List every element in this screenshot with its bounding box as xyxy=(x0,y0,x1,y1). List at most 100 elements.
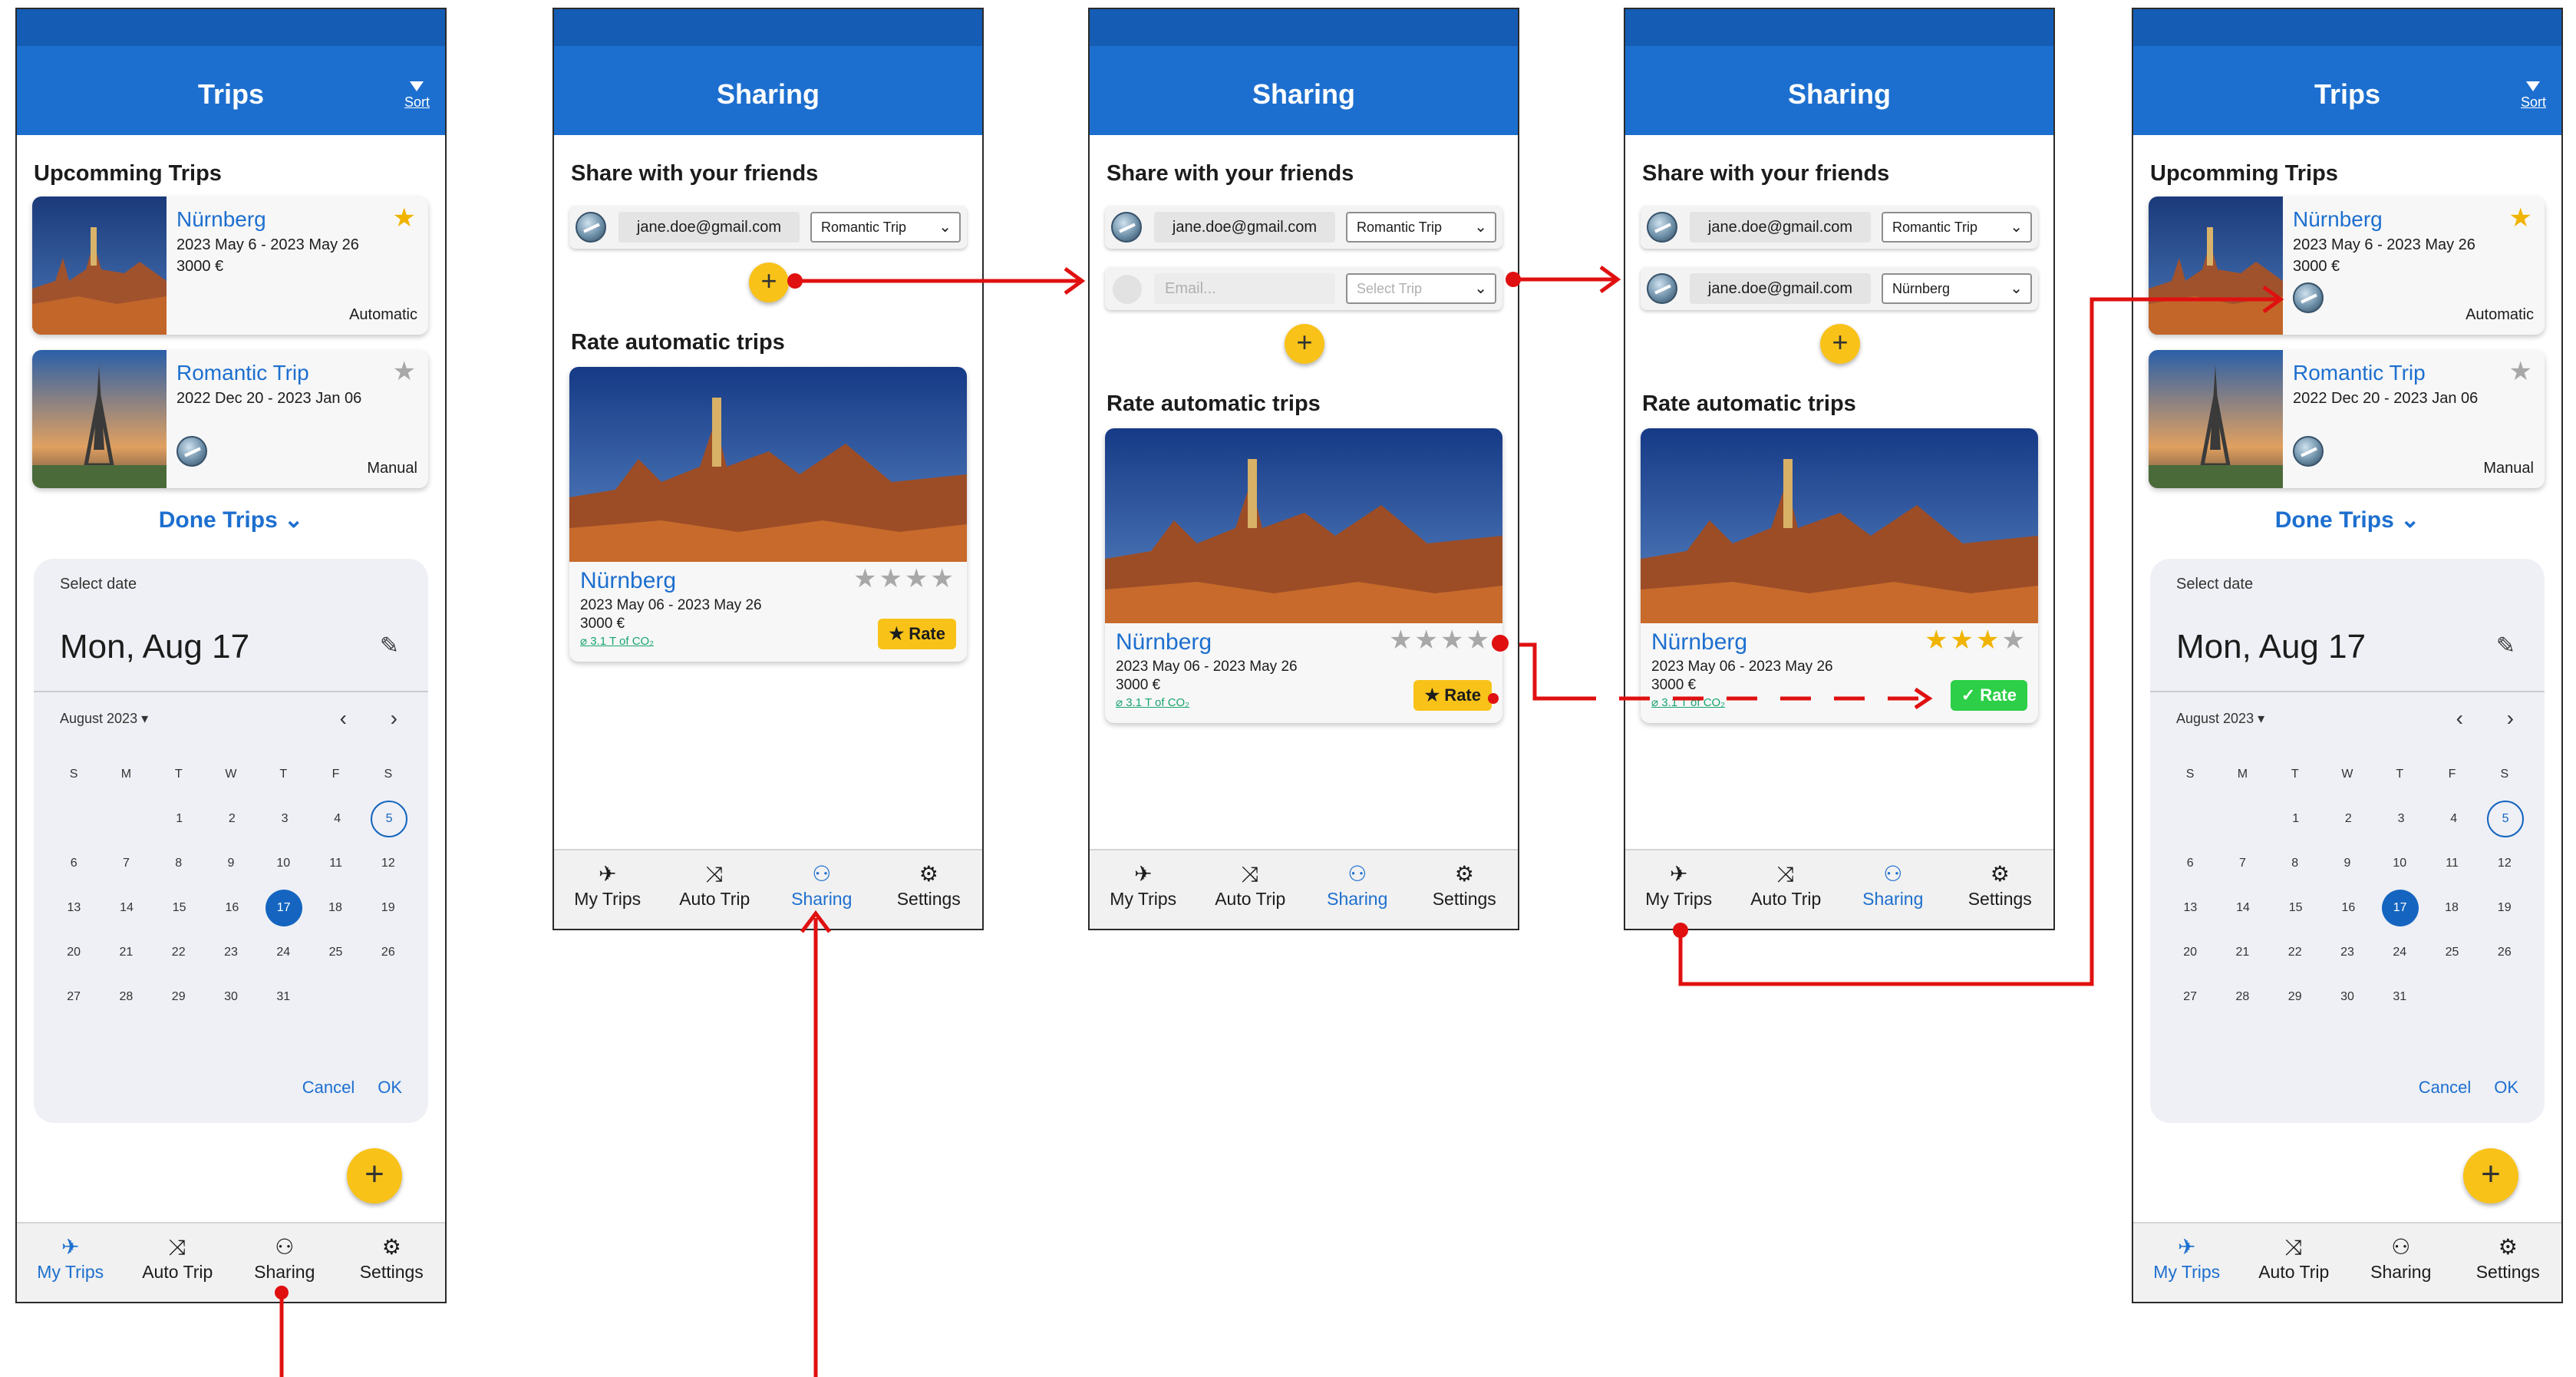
nav-sharing[interactable]: ⚇ Sharing xyxy=(231,1223,338,1302)
email-field[interactable]: jane.doe@gmail.com xyxy=(1154,212,1335,243)
co2-link[interactable]: ⌀ 3.1 T of CO₂ xyxy=(1651,695,1725,709)
nav-auto-trip[interactable]: ⤨ Auto Trip xyxy=(1197,850,1304,929)
trip-select[interactable]: Romantic Trip ⌄ xyxy=(810,212,961,243)
trip-select[interactable]: Romantic Trip ⌄ xyxy=(1346,212,1496,243)
nav-sharing[interactable]: ⚇ Sharing xyxy=(1839,850,1947,929)
trip-card-romantic[interactable]: Romantic Trip ★ 2022 Dec 20 - 2023 Jan 0… xyxy=(32,350,428,488)
nav-sharing[interactable]: ⚇ Sharing xyxy=(768,850,876,929)
nav-auto-trip[interactable]: ⤨ Auto Trip xyxy=(661,850,769,929)
nav-settings[interactable]: ⚙ Settings xyxy=(1947,850,2054,929)
calendar-day[interactable]: 16 xyxy=(206,901,259,915)
calendar-day[interactable]: 31 xyxy=(257,990,309,1004)
calendar-day[interactable]: 22 xyxy=(153,946,205,959)
calendar-day[interactable]: 10 xyxy=(257,857,309,870)
calendar-day[interactable]: 27 xyxy=(2164,990,2216,1004)
nav-settings[interactable]: ⚙ Settings xyxy=(2455,1223,2562,1302)
trip-card-nurnberg[interactable]: Nürnberg ★ 2023 May 6 - 2023 May 26 3000… xyxy=(2149,196,2545,335)
email-field[interactable]: jane.doe@gmail.com xyxy=(618,212,800,243)
calendar-day[interactable]: 27 xyxy=(48,990,100,1004)
calendar-day[interactable]: 11 xyxy=(309,857,361,870)
calendar-day[interactable]: 18 xyxy=(309,901,362,915)
next-month-button[interactable]: › xyxy=(2507,706,2514,731)
pencil-icon[interactable]: ✎ xyxy=(2496,632,2515,659)
calendar-day[interactable]: 25 xyxy=(309,946,361,959)
calendar-day[interactable]: 6 xyxy=(48,857,100,870)
rate-button[interactable]: ★ Rate xyxy=(1413,680,1492,711)
nav-auto-trip[interactable]: ⤨ Auto Trip xyxy=(124,1223,232,1302)
calendar-day[interactable]: 9 xyxy=(205,857,257,870)
ok-button[interactable]: OK xyxy=(378,1078,402,1097)
add-trip-button[interactable]: + xyxy=(347,1148,402,1204)
calendar-day[interactable]: 2 xyxy=(206,812,259,826)
email-field[interactable]: jane.doe@gmail.com xyxy=(1690,273,1871,304)
nav-my-trips[interactable]: ✈ My Trips xyxy=(1090,850,1197,929)
prev-month-button[interactable]: ‹ xyxy=(340,706,347,731)
prev-month-button[interactable]: ‹ xyxy=(2456,706,2463,731)
calendar-day[interactable]: 12 xyxy=(362,857,414,870)
trip-card-romantic[interactable]: Romantic Trip ★ 2022 Dec 20 - 2023 Jan 0… xyxy=(2149,350,2545,488)
calendar-day[interactable]: 26 xyxy=(2479,946,2531,959)
calendar-day[interactable]: 17 xyxy=(265,890,302,926)
calendar-day[interactable]: 13 xyxy=(2164,901,2217,915)
calendar-day[interactable]: 14 xyxy=(101,901,153,915)
calendar-day[interactable]: 5 xyxy=(2487,801,2525,837)
email-field[interactable]: Email... xyxy=(1154,273,1335,304)
add-friend-button[interactable]: + xyxy=(1820,324,1860,364)
sort-button[interactable]: Sort xyxy=(2521,81,2546,111)
calendar-day[interactable]: 19 xyxy=(2478,901,2531,915)
trip-card-nurnberg[interactable]: Nürnberg ★ 2023 May 6 - 2023 May 26 3000… xyxy=(32,196,428,335)
rate-button[interactable]: ★ Rate xyxy=(878,619,956,649)
month-selector[interactable]: August 2023 ▾ xyxy=(2176,711,2264,727)
star-icon[interactable]: ★ xyxy=(393,203,416,233)
co2-link[interactable]: ⌀ 3.1 T of CO₂ xyxy=(580,634,654,648)
calendar-day[interactable]: 3 xyxy=(2375,812,2428,826)
calendar-day[interactable]: 14 xyxy=(2217,901,2270,915)
calendar-day[interactable]: 1 xyxy=(153,812,206,826)
calendar-day[interactable]: 10 xyxy=(2373,857,2426,870)
calendar-day[interactable]: 7 xyxy=(2216,857,2268,870)
calendar-day[interactable]: 4 xyxy=(311,812,364,826)
calendar-day[interactable]: 15 xyxy=(2269,901,2322,915)
trip-select[interactable]: Nürnberg ⌄ xyxy=(1882,273,2032,304)
email-field[interactable]: jane.doe@gmail.com xyxy=(1690,212,1871,243)
star-rating[interactable]: ★★★★ xyxy=(1925,625,2027,655)
cancel-button[interactable]: Cancel xyxy=(302,1078,355,1097)
calendar-day[interactable]: 13 xyxy=(48,901,101,915)
calendar-day[interactable]: 21 xyxy=(2216,946,2268,959)
calendar-day[interactable]: 30 xyxy=(2321,990,2373,1004)
calendar-day[interactable]: 22 xyxy=(2269,946,2321,959)
calendar-day[interactable]: 3 xyxy=(259,812,312,826)
calendar-day[interactable]: 24 xyxy=(2373,946,2426,959)
nav-auto-trip[interactable]: ⤨ Auto Trip xyxy=(1733,850,1840,929)
sort-button[interactable]: Sort xyxy=(404,81,430,111)
calendar-day[interactable]: 24 xyxy=(257,946,309,959)
calendar-day[interactable]: 29 xyxy=(2269,990,2321,1004)
nav-auto-trip[interactable]: ⤨ Auto Trip xyxy=(2241,1223,2348,1302)
calendar-day[interactable]: 25 xyxy=(2426,946,2478,959)
calendar-day[interactable]: 16 xyxy=(2322,901,2375,915)
nav-settings[interactable]: ⚙ Settings xyxy=(338,1223,446,1302)
calendar-day[interactable]: 15 xyxy=(153,901,206,915)
ok-button[interactable]: OK xyxy=(2494,1078,2518,1097)
star-rating[interactable]: ★★★★ xyxy=(1389,625,1492,655)
nav-settings[interactable]: ⚙ Settings xyxy=(1411,850,1519,929)
month-selector[interactable]: August 2023 ▾ xyxy=(60,711,148,727)
next-month-button[interactable]: › xyxy=(391,706,397,731)
trip-select[interactable]: Select Trip ⌄ xyxy=(1346,273,1496,304)
add-trip-button[interactable]: + xyxy=(2463,1148,2518,1204)
calendar-day[interactable]: 4 xyxy=(2427,812,2480,826)
nav-my-trips[interactable]: ✈ My Trips xyxy=(17,1223,124,1302)
calendar-day[interactable]: 20 xyxy=(48,946,100,959)
nav-sharing[interactable]: ⚇ Sharing xyxy=(2347,1223,2455,1302)
calendar-day[interactable]: 6 xyxy=(2164,857,2216,870)
nav-my-trips[interactable]: ✈ My Trips xyxy=(554,850,661,929)
add-friend-button[interactable]: + xyxy=(749,263,789,302)
calendar-day[interactable]: 28 xyxy=(2216,990,2268,1004)
trip-select[interactable]: Romantic Trip ⌄ xyxy=(1882,212,2032,243)
nav-my-trips[interactable]: ✈ My Trips xyxy=(1625,850,1733,929)
add-friend-button[interactable]: + xyxy=(1285,324,1324,364)
calendar-day[interactable]: 2 xyxy=(2322,812,2375,826)
calendar-day[interactable]: 26 xyxy=(362,946,414,959)
calendar-day[interactable]: 20 xyxy=(2164,946,2216,959)
calendar-day[interactable]: 29 xyxy=(153,990,205,1004)
